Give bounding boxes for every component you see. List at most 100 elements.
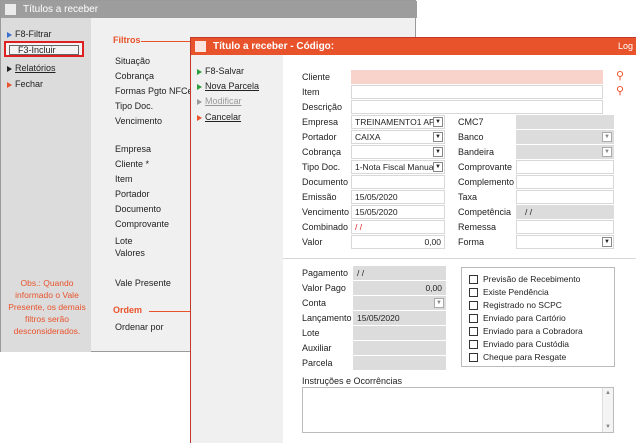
parcela-label: Parcela (302, 358, 333, 368)
menu-modificar[interactable]: Modificar (197, 96, 242, 106)
filter-cliente: Cliente * (115, 159, 150, 169)
checkbox-label: Previsão de Recebimento (483, 274, 581, 284)
cobranca-label: Cobrança (302, 147, 342, 157)
front-title-text: Título a receber - Código: (213, 41, 335, 52)
valor-pago-input[interactable]: 0,00 (353, 281, 446, 295)
menu-fechar-label: Fechar (15, 79, 44, 89)
divider (141, 41, 191, 42)
emissao-label: Emissão (302, 192, 337, 202)
item-input[interactable] (351, 85, 603, 99)
combinado-value: / / (355, 222, 363, 232)
menu-relatorios[interactable]: Relatórios (7, 63, 56, 73)
chevron-down-icon: ▼ (434, 298, 444, 308)
bandeira-select[interactable]: ▼ (516, 145, 614, 159)
chevron-up-icon[interactable]: ▲ (605, 390, 611, 396)
play-icon (7, 81, 12, 88)
banco-select[interactable]: ▼ (516, 130, 614, 144)
vencimento-label: Vencimento (302, 207, 350, 217)
portador-select[interactable]: CAIXA ▼ (351, 130, 445, 144)
auxiliar-label: Auxiliar (302, 343, 332, 353)
filter-vencimento: Vencimento (115, 116, 163, 126)
cmc7-input[interactable] (516, 115, 614, 129)
play-icon (197, 98, 202, 105)
combinado-label: Combinado (302, 222, 349, 232)
emissao-input[interactable]: 15/05/2020 (351, 190, 445, 204)
vencimento-input[interactable]: 15/05/2020 (351, 205, 445, 219)
checkbox[interactable] (469, 327, 478, 336)
item-label: Item (302, 87, 320, 97)
pagamento-label: Pagamento (302, 268, 349, 278)
menu-fechar[interactable]: Fechar (7, 79, 43, 89)
parcela-input[interactable] (353, 356, 446, 370)
search-icon[interactable]: ⚲ (616, 69, 624, 82)
competencia-input[interactable]: / / (516, 205, 614, 219)
instrucoes-textarea[interactable]: ▲ ▼ (302, 387, 614, 433)
filter-item: Item (115, 174, 133, 184)
cobranca-select[interactable]: ▼ (351, 145, 445, 159)
checkbox[interactable] (469, 353, 478, 362)
scrollbar[interactable]: ▲ ▼ (602, 388, 613, 432)
banco-label: Banco (458, 132, 484, 142)
checkbox[interactable] (469, 301, 478, 310)
menu-cancelar[interactable]: Cancelar (197, 112, 241, 122)
descricao-label: Descrição (302, 102, 343, 112)
checkbox[interactable] (469, 340, 478, 349)
menu-incluir[interactable]: F3-Incluir (9, 45, 79, 55)
search-icon[interactable]: ⚲ (616, 84, 624, 97)
documento-input[interactable] (351, 175, 445, 189)
remessa-input[interactable] (516, 220, 614, 234)
menu-filtrar[interactable]: F8-Filtrar (7, 29, 52, 39)
menu-nova-parcela-label: Nova Parcela (205, 81, 260, 91)
filter-valores: Valores (115, 248, 145, 258)
combinado-input[interactable]: / / (351, 220, 445, 234)
play-icon (197, 114, 202, 121)
menu-nova-parcela[interactable]: Nova Parcela (197, 81, 259, 91)
lancamento-value: 15/05/2020 (357, 313, 400, 323)
conta-select[interactable]: ▼ (353, 296, 446, 310)
valor-value: 0,00 (424, 237, 441, 247)
chevron-down-icon: ▼ (433, 162, 443, 172)
comprovante-input[interactable] (516, 160, 614, 174)
vencimento-value: 15/05/2020 (355, 207, 398, 217)
tipo-doc-select[interactable]: 1-Nota Fiscal Manua ▼ (351, 160, 445, 174)
lote-input[interactable] (353, 326, 446, 340)
forma-select[interactable]: ▼ (516, 235, 614, 249)
filter-formas-pgto: Formas Pgto NFCe (115, 86, 193, 96)
checkbox[interactable] (469, 288, 478, 297)
cliente-input[interactable] (351, 70, 603, 84)
auxiliar-input[interactable] (353, 341, 446, 355)
remessa-label: Remessa (458, 222, 497, 232)
menu-salvar[interactable]: F8-Salvar (197, 66, 244, 76)
cmc7-label: CMC7 (458, 117, 484, 127)
valor-input[interactable]: 0,00 (351, 235, 445, 249)
back-window-title: Títulos a receber (1, 1, 417, 18)
log-link[interactable]: Log (618, 38, 633, 55)
lote-label: Lote (302, 328, 320, 338)
checkbox[interactable] (469, 314, 478, 323)
menu-incluir-highlight[interactable]: F3-Incluir (4, 41, 84, 57)
menu-relatorios-label: Relatórios (15, 63, 56, 73)
empresa-select[interactable]: TREINAMENTO1 APE ▼ (351, 115, 445, 129)
empresa-label: Empresa (302, 117, 339, 127)
menu-incluir-label: F3-Incluir (18, 45, 56, 55)
cliente-label: Cliente (302, 72, 331, 82)
complemento-input[interactable] (516, 175, 614, 189)
chevron-down-icon: ▼ (433, 132, 443, 142)
menu-salvar-label: F8-Salvar (205, 66, 245, 76)
lancamento-input[interactable]: 15/05/2020 (353, 311, 446, 325)
taxa-input[interactable] (516, 190, 614, 204)
chevron-down-icon: ▼ (433, 117, 443, 127)
descricao-input[interactable] (351, 100, 603, 114)
pagamento-input[interactable]: / / (353, 266, 446, 280)
filter-empresa: Empresa (115, 144, 152, 154)
valor-pago-label: Valor Pago (302, 283, 346, 293)
filter-lote: Lote (115, 236, 133, 246)
checkbox[interactable] (469, 275, 478, 284)
chevron-down-icon[interactable]: ▼ (605, 424, 611, 430)
play-icon (7, 31, 12, 38)
play-icon (197, 83, 202, 90)
play-icon (197, 68, 202, 75)
section-ordem: Ordem (113, 305, 143, 315)
play-icon (7, 65, 12, 72)
menu-modificar-label: Modificar (205, 96, 242, 106)
